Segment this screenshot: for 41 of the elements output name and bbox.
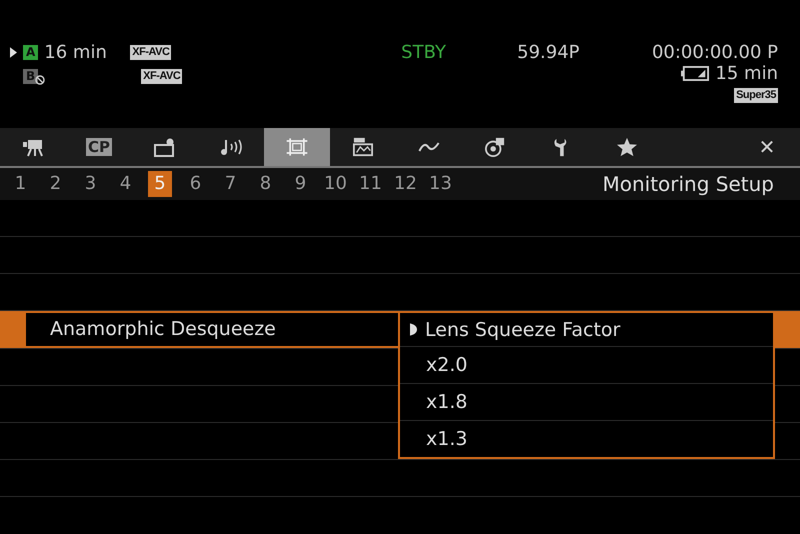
- sensor-badge: Super35: [734, 88, 778, 103]
- menu-tab[interactable]: ✕: [734, 128, 800, 166]
- page-number[interactable]: 2: [39, 171, 72, 197]
- dropdown-option[interactable]: x2.0: [400, 347, 773, 384]
- page-number[interactable]: 10: [319, 171, 352, 197]
- disc-grid-icon: [483, 137, 507, 157]
- dropdown-option[interactable]: x1.8: [400, 384, 773, 421]
- page-number[interactable]: 6: [179, 171, 212, 197]
- codec-badge: XF-AVC: [141, 68, 182, 84]
- remaining-time: 16 min: [44, 42, 108, 63]
- menu-item[interactable]: Anamorphic Desqueeze: [26, 313, 400, 346]
- page-number[interactable]: 7: [214, 171, 247, 197]
- slot-b-badge: B: [23, 68, 38, 84]
- page-number[interactable]: 3: [74, 171, 107, 197]
- slot-a-badge: A: [23, 45, 38, 60]
- page-number[interactable]: 4: [109, 171, 142, 197]
- waveform-monitor-icon: [351, 137, 375, 157]
- page-title: Monitoring Setup: [602, 172, 774, 196]
- codec-badge: XF-AVC: [130, 45, 172, 60]
- page-number[interactable]: 13: [424, 171, 457, 197]
- page-number[interactable]: 1: [4, 171, 37, 197]
- dropdown-option[interactable]: x1.3: [400, 421, 773, 457]
- camera-icon: [21, 137, 45, 157]
- frame-rate: 59.94P: [517, 42, 581, 63]
- pointer-icon: [410, 323, 417, 336]
- music-note-icon: [219, 137, 243, 157]
- prohibited-icon: [35, 75, 46, 85]
- dropdown-title: Lens Squeeze Factor: [425, 318, 620, 340]
- menu-tab[interactable]: CP: [66, 128, 132, 166]
- film-gear-icon: [153, 137, 177, 157]
- timecode: 00:00:00.00 P: [652, 42, 778, 63]
- film-frame-icon: [285, 137, 309, 157]
- page-number[interactable]: 8: [249, 171, 282, 197]
- battery-time: 15 min: [715, 63, 778, 84]
- star-icon: [615, 137, 639, 157]
- record-status: STBY: [401, 42, 447, 63]
- page-number[interactable]: 11: [354, 171, 387, 197]
- battery-icon: [681, 66, 710, 81]
- play-icon: [10, 47, 17, 58]
- page-number[interactable]: 9: [284, 171, 317, 197]
- page-number[interactable]: 12: [389, 171, 422, 197]
